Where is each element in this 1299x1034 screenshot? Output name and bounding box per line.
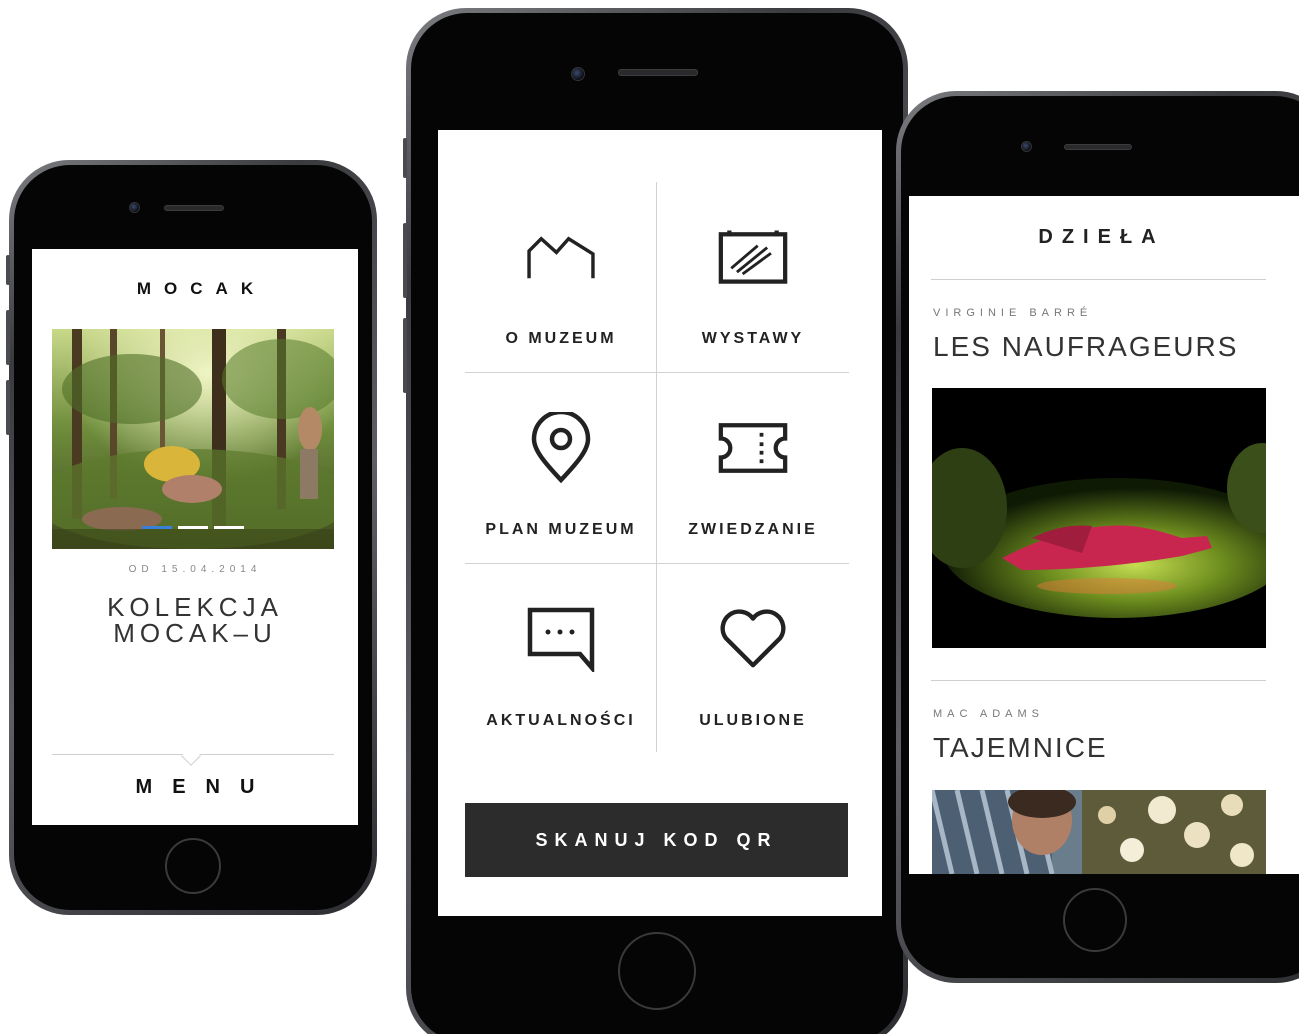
phone-right: DZIEŁA VIRGINIE BARRÉ LES NAUFRAGEURS MA…	[896, 91, 1299, 983]
work-image[interactable]	[932, 790, 1266, 874]
museum-roof-icon	[526, 222, 596, 292]
home-button	[165, 838, 221, 894]
naufrageurs-photo	[932, 388, 1266, 648]
tajemnice-photo	[932, 790, 1266, 874]
phone-left: MOCAK OD 15.04.2014 KOLEKCJA MOCAK–U MEN…	[6, 160, 377, 915]
exhibition-slide-image[interactable]	[52, 329, 334, 549]
menu-screen: O MUZEUM WYSTAWY PLAN MUZEUM ZWIEDZANIE …	[438, 130, 882, 916]
work-image[interactable]	[932, 388, 1266, 648]
home-button	[1063, 888, 1127, 952]
works-screen: DZIEŁA VIRGINIE BARRÉ LES NAUFRAGEURS MA…	[909, 196, 1299, 874]
forest-painting	[52, 329, 334, 549]
earpiece-speaker	[164, 205, 224, 211]
menu-item-label: ULUBIONE	[699, 712, 807, 729]
earpiece-speaker	[618, 69, 698, 76]
artist-name: MAC ADAMS	[933, 708, 1045, 720]
exhibition-title-line2: MOCAK–U	[113, 618, 277, 648]
slider-dots[interactable]	[142, 526, 244, 529]
menu-chevron-down-icon	[181, 746, 201, 766]
home-button	[618, 932, 696, 1010]
menu-button[interactable]: MENU	[32, 776, 358, 799]
menu-item-label: O MUZEUM	[505, 330, 617, 347]
home-screen: MOCAK OD 15.04.2014 KOLEKCJA MOCAK–U MEN…	[32, 249, 358, 825]
menu-item-label: AKTUALNOŚCI	[486, 712, 636, 729]
slider-dot[interactable]	[178, 526, 208, 529]
title-divider	[931, 279, 1266, 280]
volume-up-button	[6, 310, 10, 365]
menu-item-o-muzeum[interactable]: O MUZEUM	[465, 182, 657, 372]
volume-down-button	[6, 380, 10, 435]
menu-item-label: PLAN MUZEUM	[485, 521, 637, 538]
front-camera	[571, 67, 585, 81]
menu-item-label: ZWIEDZANIE	[688, 521, 818, 538]
slider-dot-active[interactable]	[142, 526, 172, 529]
chat-bubble-icon	[526, 604, 596, 674]
menu-item-wystawy[interactable]: WYSTAWY	[657, 182, 849, 372]
artist-name: VIRGINIE BARRÉ	[933, 307, 1093, 319]
menu-item-plan-muzeum[interactable]: PLAN MUZEUM	[465, 373, 657, 563]
mute-switch	[6, 255, 10, 285]
map-pin-icon	[526, 412, 596, 484]
exhibition-title-line1: KOLEKCJA	[107, 592, 283, 622]
work-title[interactable]: TAJEMNICE	[933, 732, 1108, 764]
volume-down-button	[403, 318, 407, 393]
exhibition-title[interactable]: KOLEKCJA MOCAK–U	[32, 594, 358, 646]
work-title[interactable]: LES NAUFRAGEURS	[933, 331, 1238, 363]
earpiece-speaker	[1064, 144, 1132, 150]
menu-item-zwiedzanie[interactable]: ZWIEDZANIE	[657, 373, 849, 563]
volume-up-button	[403, 223, 407, 298]
menu-item-aktualnosci[interactable]: AKTUALNOŚCI	[465, 564, 657, 754]
menu-item-ulubione[interactable]: ULUBIONE	[657, 564, 849, 754]
menu-item-label: WYSTAWY	[701, 330, 805, 347]
page-title: DZIEŁA	[1038, 226, 1165, 248]
work-divider	[931, 680, 1266, 681]
front-camera	[129, 202, 140, 213]
mute-switch	[403, 138, 407, 178]
exhibition-canvas-icon	[718, 222, 788, 292]
front-camera	[1021, 141, 1032, 152]
exhibition-date: OD 15.04.2014	[128, 564, 262, 575]
menu-grid: O MUZEUM WYSTAWY PLAN MUZEUM ZWIEDZANIE …	[465, 182, 849, 752]
heart-icon	[718, 604, 788, 674]
phone-middle: O MUZEUM WYSTAWY PLAN MUZEUM ZWIEDZANIE …	[403, 8, 908, 1034]
ticket-icon	[718, 413, 788, 483]
app-logo: MOCAK	[136, 279, 267, 298]
slider-dot[interactable]	[214, 526, 244, 529]
scan-qr-button[interactable]: SKANUJ KOD QR	[465, 803, 848, 877]
